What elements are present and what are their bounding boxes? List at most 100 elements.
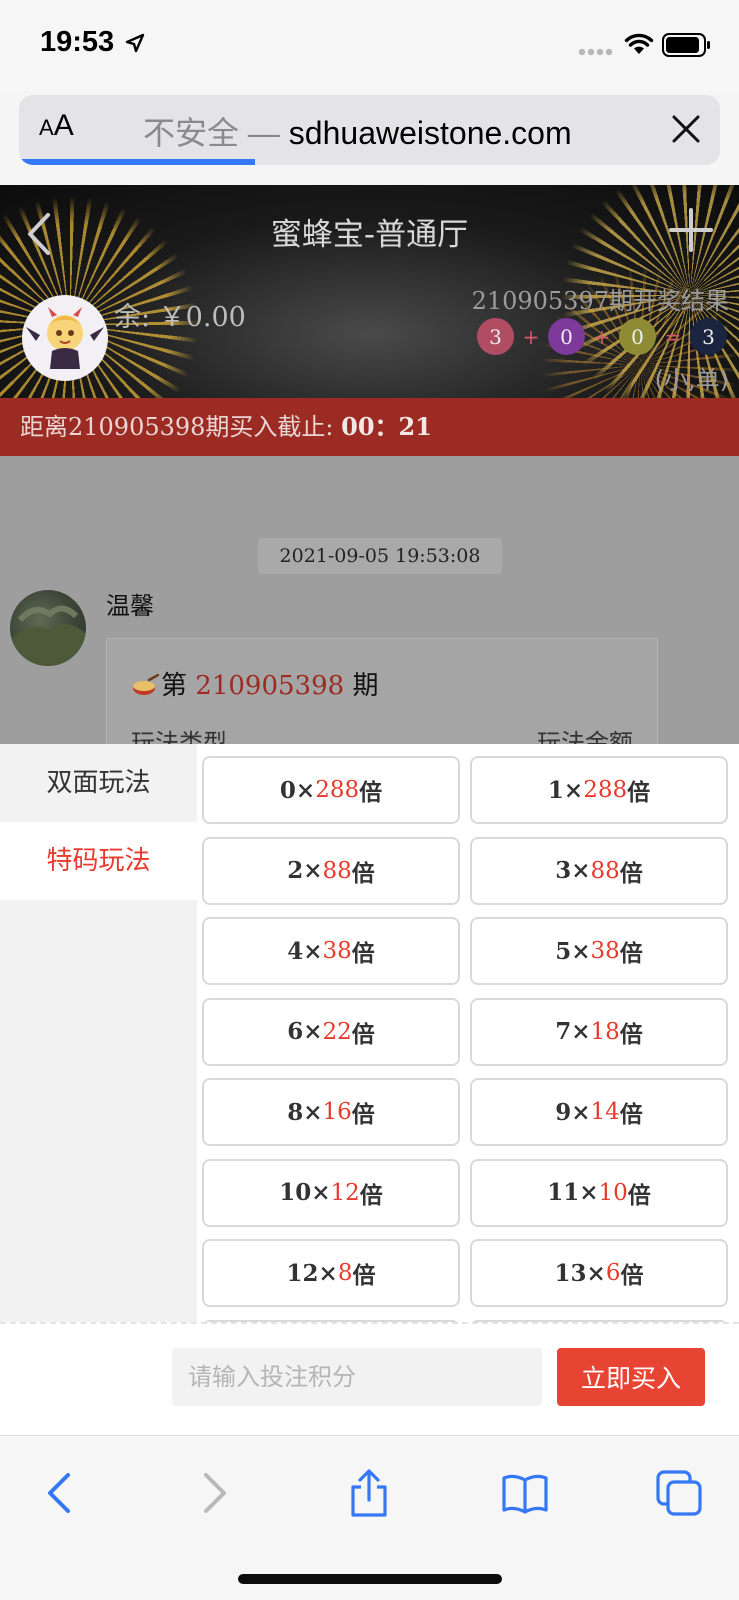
times-sign: × bbox=[303, 1018, 323, 1045]
odds-button[interactable]: 12 × 8 倍 bbox=[202, 1239, 460, 1307]
times-unit: 倍 bbox=[351, 941, 375, 967]
back-icon[interactable] bbox=[36, 1468, 86, 1518]
bet-panel: 双面玩法 特码玩法 0 × 288 倍 1 × 288 倍 2 × 88 倍 3 × 88 倍 4 × 38 倍 5 × 3… bbox=[0, 744, 739, 1435]
odds-multiplier: 288 bbox=[315, 777, 360, 803]
web-content: 蜜蜂宝-普通厅 余: ￥0.00 210905397期开奖结果 3 + 0 + … bbox=[0, 185, 739, 1435]
result-ball: 0 bbox=[548, 318, 585, 355]
odds-button[interactable]: 0 × 288 倍 bbox=[202, 756, 460, 824]
odds-number: 11 bbox=[547, 1179, 580, 1206]
odds-number: 2 bbox=[287, 857, 304, 884]
result-sum-ball: 3 bbox=[690, 318, 727, 355]
gong-icon bbox=[133, 674, 159, 695]
odds-multiplier: 288 bbox=[583, 777, 628, 803]
bubble-prefix: 第 bbox=[161, 671, 188, 701]
odds-number: 12 bbox=[286, 1259, 319, 1287]
lobby-header: 蜜蜂宝-普通厅 余: ￥0.00 210905397期开奖结果 3 + 0 + … bbox=[0, 185, 739, 398]
odds-button[interactable]: 7 × 18 倍 bbox=[470, 997, 728, 1066]
user-avatar[interactable] bbox=[22, 295, 108, 381]
plus-icon[interactable] bbox=[668, 207, 714, 253]
equals-sign: = bbox=[664, 324, 682, 349]
odds-multiplier: 38 bbox=[322, 938, 352, 964]
odds-button[interactable]: 3 × 88 倍 bbox=[470, 836, 728, 905]
message-timestamp: 2021-09-05 19:53:08 bbox=[258, 538, 502, 574]
times-unit: 倍 bbox=[619, 860, 643, 887]
status-time: 19:53 bbox=[40, 26, 115, 58]
times-unit: 倍 bbox=[619, 941, 643, 967]
odds-button[interactable]: 8 × 16 倍 bbox=[202, 1078, 460, 1146]
deadline-label: 距离210905398期买入截止: bbox=[20, 413, 334, 441]
odds-number: 4 bbox=[287, 937, 304, 965]
odds-button[interactable]: 4 × 38 倍 bbox=[202, 917, 460, 985]
bet-amount-input[interactable] bbox=[172, 1348, 542, 1406]
last-result-title: 210905397期开奖结果 bbox=[471, 287, 729, 315]
landscape-photo-icon bbox=[10, 605, 86, 666]
share-icon[interactable] bbox=[344, 1468, 394, 1518]
nav-special-number[interactable]: 特码玩法 bbox=[0, 822, 197, 900]
times-sign: × bbox=[303, 1098, 323, 1126]
forward-icon[interactable] bbox=[188, 1468, 238, 1518]
home-indicator bbox=[238, 1574, 502, 1584]
odds-grid: 0 × 288 倍 1 × 288 倍 2 × 88 倍 3 × 88 倍 4 × 38 倍 5 × 38 倍 6 × 22 倍 7 × 1… bbox=[197, 744, 739, 1322]
odds-multiplier: 38 bbox=[590, 938, 620, 964]
result-ball: 0 bbox=[619, 318, 656, 355]
address-bar[interactable]: A A 不安全 — sdhuaweistone.com bbox=[19, 95, 720, 165]
chat-username: 温馨 bbox=[106, 592, 154, 620]
times-sign: × bbox=[295, 776, 316, 804]
url-domain: sdhuaweistone.com bbox=[288, 115, 572, 151]
odds-button[interactable]: 11 × 10 倍 bbox=[470, 1158, 728, 1227]
odds-button[interactable]: 10 × 12 倍 bbox=[202, 1158, 460, 1227]
reader-settings-button[interactable]: A A bbox=[39, 109, 74, 149]
chat-avatar bbox=[10, 590, 86, 666]
times-sign: × bbox=[571, 857, 591, 884]
odds-button[interactable]: 1 × 288 倍 bbox=[470, 756, 728, 824]
stop-loading-icon[interactable] bbox=[669, 112, 703, 146]
times-sign: × bbox=[571, 1098, 591, 1126]
odds-number: 9 bbox=[555, 1098, 572, 1126]
times-unit: 倍 bbox=[351, 1102, 375, 1128]
times-sign: × bbox=[579, 1179, 599, 1206]
times-unit: 倍 bbox=[619, 1102, 643, 1128]
odds-button[interactable]: 9 × 14 倍 bbox=[470, 1078, 728, 1146]
odds-number: 0 bbox=[279, 776, 296, 804]
times-sign: × bbox=[586, 1259, 606, 1287]
url-text[interactable]: 不安全 — sdhuaweistone.com bbox=[143, 108, 572, 154]
bookmarks-icon[interactable] bbox=[500, 1468, 550, 1518]
odds-button[interactable]: 2 × 88 倍 bbox=[202, 836, 460, 905]
tabs-icon[interactable] bbox=[654, 1468, 704, 1518]
result-balls: 3 + 0 + 0 = 3 bbox=[477, 318, 727, 355]
times-unit: 倍 bbox=[627, 1182, 651, 1209]
play-mode-nav: 双面玩法 特码玩法 bbox=[0, 744, 197, 1322]
bubble-suffix: 期 bbox=[352, 671, 379, 701]
odds-number: 7 bbox=[555, 1018, 572, 1045]
deadline-bar: 距离210905398期买入截止: 00：21 bbox=[0, 398, 739, 456]
page-title: 蜜蜂宝-普通厅 bbox=[270, 217, 469, 253]
buy-now-button[interactable]: 立即买入 bbox=[557, 1348, 705, 1406]
times-unit: 倍 bbox=[359, 780, 383, 806]
page-load-progress bbox=[19, 159, 255, 165]
nav-two-sided[interactable]: 双面玩法 bbox=[0, 744, 197, 822]
odds-multiplier: 8 bbox=[337, 1260, 353, 1286]
battery-icon bbox=[662, 33, 710, 57]
odds-multiplier: 88 bbox=[590, 857, 620, 884]
cellular-signal-icon bbox=[578, 48, 613, 56]
countdown: 00：21 bbox=[341, 412, 432, 441]
odds-button[interactable]: 5 × 38 倍 bbox=[470, 917, 728, 985]
devil-cartoon-icon bbox=[26, 307, 104, 369]
times-unit: 倍 bbox=[620, 1263, 644, 1289]
bubble-title: 第 210905398 期 bbox=[131, 665, 378, 702]
times-sign: × bbox=[311, 1179, 331, 1206]
odds-button[interactable]: 13 × 6 倍 bbox=[470, 1239, 728, 1307]
times-unit: 倍 bbox=[359, 1182, 383, 1209]
times-unit: 倍 bbox=[351, 1021, 375, 1048]
odds-multiplier: 14 bbox=[590, 1099, 620, 1125]
odds-multiplier: 16 bbox=[322, 1099, 352, 1125]
odds-number: 8 bbox=[287, 1098, 304, 1126]
odds-number: 1 bbox=[547, 776, 564, 804]
odds-button[interactable]: 6 × 22 倍 bbox=[202, 997, 460, 1066]
status-bar: 19:53 bbox=[0, 0, 739, 92]
plus-sign: + bbox=[522, 324, 540, 349]
insecure-label: 不安全 — bbox=[143, 115, 280, 151]
odds-multiplier: 12 bbox=[330, 1179, 360, 1206]
odds-multiplier: 10 bbox=[598, 1179, 628, 1206]
result-ball: 3 bbox=[477, 318, 514, 355]
